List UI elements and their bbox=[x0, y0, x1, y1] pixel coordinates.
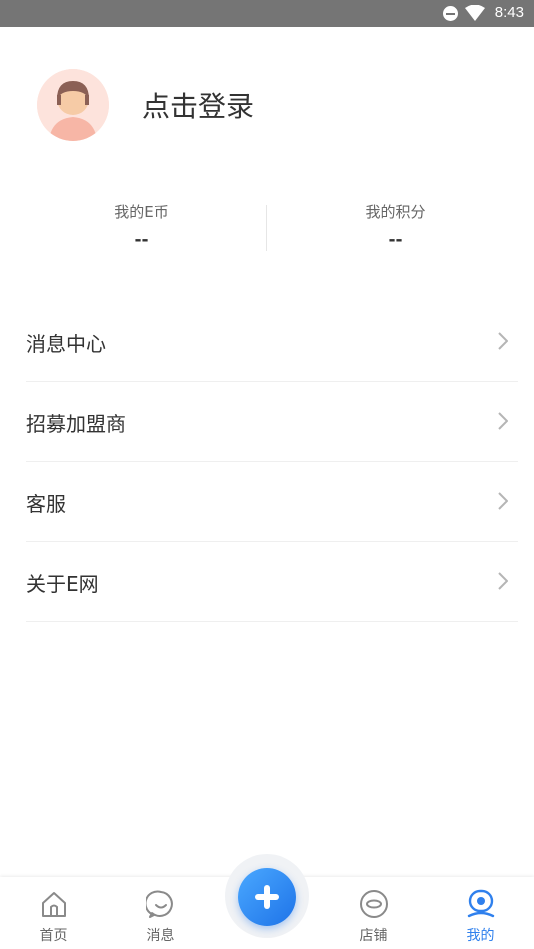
tab-label: 消息 bbox=[146, 928, 175, 944]
status-bar: 8:43 bbox=[0, 0, 534, 27]
menu-item-label: 消息中心 bbox=[26, 332, 106, 356]
profile-header[interactable]: 点击登录 bbox=[0, 27, 534, 187]
status-time: 8:43 bbox=[494, 4, 524, 21]
tab-label: 店铺 bbox=[359, 928, 388, 944]
shop-icon bbox=[359, 890, 388, 918]
login-button[interactable]: 点击登录 bbox=[142, 85, 254, 125]
stat-value: -- bbox=[134, 230, 149, 250]
avatar-icon bbox=[37, 69, 109, 141]
stat-e-coin[interactable]: 我的E币 -- bbox=[8, 195, 275, 250]
message-icon bbox=[145, 890, 173, 918]
tab-messages[interactable]: 消息 bbox=[107, 877, 214, 949]
tab-profile[interactable]: 我的 bbox=[427, 877, 534, 949]
add-button[interactable] bbox=[238, 868, 296, 926]
avatar[interactable] bbox=[37, 69, 109, 141]
chevron-right-icon bbox=[498, 332, 508, 350]
menu-item-customer-service[interactable]: 客服 bbox=[26, 462, 518, 542]
tab-home[interactable]: 首页 bbox=[0, 877, 107, 949]
stat-label: 我的E币 bbox=[114, 203, 169, 221]
stats-panel: 我的E币 -- 我的积分 -- bbox=[0, 195, 534, 265]
menu-list: 消息中心 招募加盟商 客服 关于E网 bbox=[26, 302, 518, 622]
chevron-right-icon bbox=[498, 412, 508, 430]
stat-points[interactable]: 我的积分 -- bbox=[262, 195, 529, 250]
menu-item-label: 招募加盟商 bbox=[26, 412, 126, 436]
do-not-disturb-icon bbox=[443, 6, 458, 21]
stat-value: -- bbox=[388, 230, 403, 250]
stat-label: 我的积分 bbox=[365, 203, 426, 221]
plus-icon bbox=[264, 885, 270, 909]
menu-item-message-center[interactable]: 消息中心 bbox=[26, 302, 518, 382]
chevron-right-icon bbox=[498, 492, 508, 510]
tab-label: 我的 bbox=[466, 928, 495, 944]
wifi-icon bbox=[465, 5, 485, 21]
tab-label: 首页 bbox=[39, 928, 68, 944]
chevron-right-icon bbox=[498, 572, 508, 590]
menu-item-label: 客服 bbox=[26, 492, 66, 516]
home-icon bbox=[41, 892, 66, 917]
menu-item-about[interactable]: 关于E网 bbox=[26, 542, 518, 622]
menu-item-label: 关于E网 bbox=[26, 572, 99, 596]
menu-item-recruit-franchisee[interactable]: 招募加盟商 bbox=[26, 382, 518, 462]
tab-shop[interactable]: 店铺 bbox=[320, 877, 427, 949]
profile-icon bbox=[467, 889, 494, 918]
